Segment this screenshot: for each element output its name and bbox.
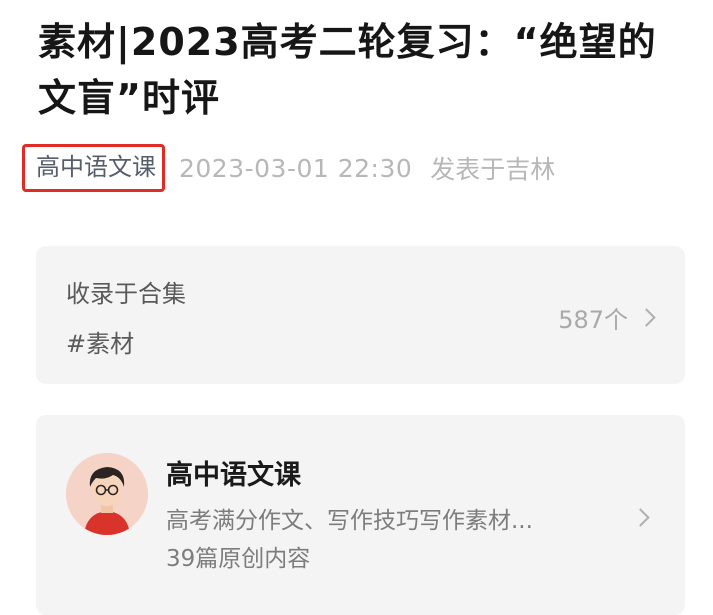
collection-card[interactable]: 收录于合集 #素材 587个 — [36, 246, 685, 384]
account-description: 高考满分作文、写作技巧写作素材... — [166, 508, 533, 534]
collection-count-link[interactable]: 587个 — [558, 300, 656, 335]
account-card[interactable]: 高中语文课 高考满分作文、写作技巧写作素材... 39篇原创内容 — [36, 415, 685, 615]
article-title: 素材|2023高考二轮复习：“绝望的文盲”时评 — [38, 20, 657, 120]
chevron-right-icon — [637, 308, 656, 327]
account-article-count: 39篇原创内容 — [166, 546, 311, 572]
article-meta: 高中语文课 2023-03-01 22:30 发表于吉林 — [22, 143, 555, 193]
avatar-illustration-icon — [66, 453, 148, 535]
publish-location: 发表于吉林 — [430, 155, 556, 184]
author-link[interactable]: 高中语文课 — [22, 144, 165, 192]
avatar[interactable] — [66, 453, 148, 535]
collection-heading: 收录于合集 — [66, 280, 186, 308]
chevron-right-icon[interactable] — [631, 508, 650, 527]
publish-datetime: 2023-03-01 22:30 — [179, 153, 413, 183]
collection-tag[interactable]: #素材 — [66, 324, 134, 359]
account-name: 高中语文课 — [166, 460, 301, 491]
collection-count: 587个 — [558, 306, 628, 334]
